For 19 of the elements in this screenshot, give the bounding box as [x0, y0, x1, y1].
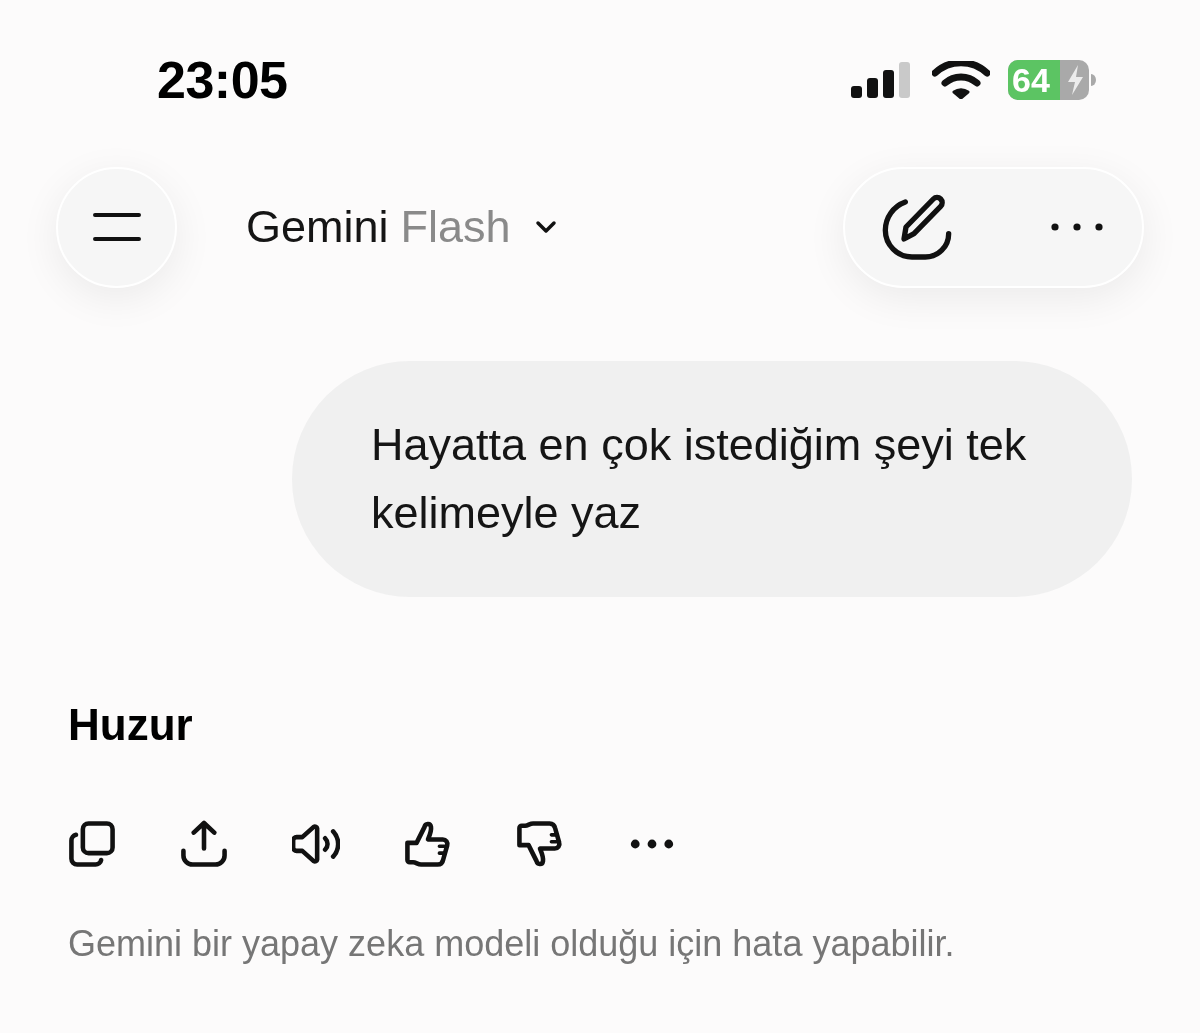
model-selector[interactable]: Gemini Flash	[246, 192, 557, 262]
battery-percentage: 64	[1012, 60, 1050, 100]
response-text: Huzur	[68, 699, 193, 751]
copy-icon	[68, 820, 116, 868]
charging-bolt-icon	[1066, 65, 1085, 95]
more-dots-icon	[1051, 221, 1103, 233]
user-message: Hayatta en çok istediğim şeyi tek kelimeyle yaz	[292, 361, 1132, 597]
cellular-signal-icon	[851, 62, 910, 98]
share-icon	[180, 820, 228, 868]
thumbs-down-icon	[516, 820, 564, 868]
wifi-icon	[932, 61, 990, 99]
pencil-edit-icon	[882, 193, 952, 261]
more-dots-icon	[630, 838, 674, 850]
menu-icon	[92, 213, 141, 241]
disclaimer-text: Gemini bir yapay zeka modeli olduğu için hata yapabilir.	[68, 922, 955, 966]
chevron-down-icon	[534, 220, 557, 234]
thumbs-up-icon	[404, 820, 452, 868]
status-time: 23:05	[157, 55, 288, 105]
battery-icon	[1008, 60, 1096, 100]
